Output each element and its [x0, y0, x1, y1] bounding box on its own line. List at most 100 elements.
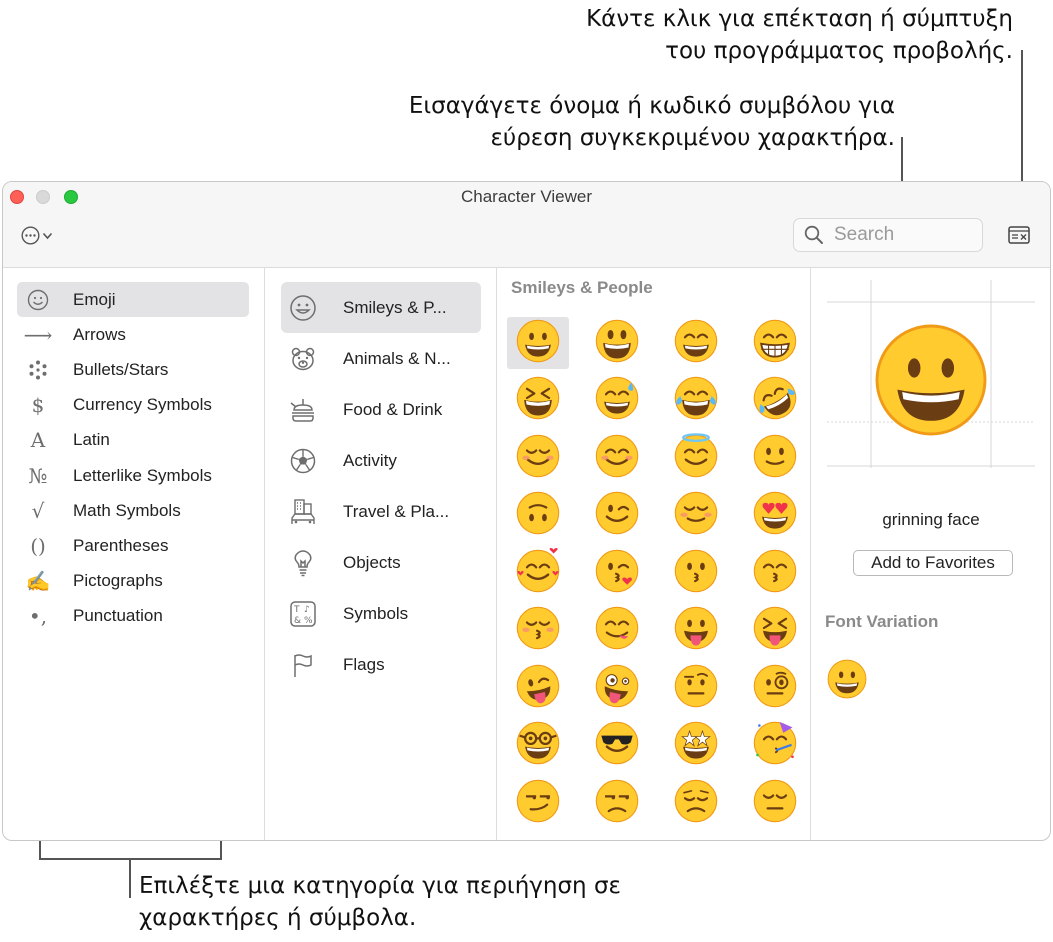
kissing-smiling-eyes-icon	[752, 548, 798, 599]
action-menu-button[interactable]	[21, 226, 53, 245]
emoji-cell[interactable]	[507, 777, 569, 829]
category-letterlike-symbols[interactable]: № Letterlike Symbols	[17, 458, 249, 493]
subcategory-symbols[interactable]: T ♪ &% Symbols	[281, 588, 481, 639]
emoji-cell[interactable]	[586, 777, 648, 829]
emoji-cell[interactable]	[665, 547, 727, 599]
category-emoji[interactable]: Emoji	[17, 282, 249, 318]
emoji-cell[interactable]	[586, 605, 648, 657]
wink-tongue-icon	[515, 663, 561, 714]
subcategory-label: Objects	[343, 552, 401, 572]
emoji-cell[interactable]	[744, 547, 806, 599]
halo-face-icon	[673, 432, 719, 484]
emoji-cell[interactable]	[507, 490, 569, 542]
category-currency-symbols[interactable]: $ Currency Symbols	[17, 388, 249, 423]
emoji-cell[interactable]	[744, 432, 806, 484]
emoji-cell[interactable]	[586, 720, 648, 772]
emoji-panel: Smileys & People	[497, 268, 811, 840]
rofl-icon	[752, 375, 798, 426]
chevron-down-icon	[42, 232, 53, 239]
subcategory-flags[interactable]: Flags	[281, 639, 481, 690]
category-latin[interactable]: A Latin	[17, 423, 249, 458]
category-callout-bracket-right	[220, 841, 222, 860]
smirk-icon	[515, 778, 561, 829]
category-bullets-stars[interactable]: Bullets/Stars	[17, 352, 249, 387]
emoji-cell[interactable]	[586, 432, 648, 484]
emoji-cell[interactable]	[744, 317, 806, 369]
emoji-cell[interactable]	[744, 490, 806, 542]
nerd-icon	[515, 720, 561, 771]
kissing-closed-eyes-icon	[515, 605, 561, 656]
category-arrows[interactable]: ⟶ Arrows	[17, 317, 249, 352]
category-label: Arrows	[73, 324, 126, 344]
slight-smile-icon	[752, 433, 798, 484]
category-callout-leader	[129, 858, 131, 898]
building-car-icon	[285, 498, 321, 526]
category-math-symbols[interactable]: √ Math Symbols	[17, 493, 249, 528]
search-input[interactable]	[834, 224, 964, 246]
emoji-cell[interactable]	[586, 490, 648, 542]
category-callout: Επιλέξτε μια κατηγορία για περιήγηση σε …	[139, 870, 621, 934]
search-callout-line1: Εισαγάγετε όνομα ή κωδικό συμβόλου για	[408, 93, 895, 119]
emoji-cell[interactable]	[665, 605, 727, 657]
numero-icon: №	[28, 463, 48, 488]
emoji-cell[interactable]	[586, 662, 648, 714]
subcategory-food-drink[interactable]: Food & Drink	[281, 384, 481, 435]
emoji-cell[interactable]	[507, 432, 569, 484]
emoji-cell[interactable]	[586, 547, 648, 599]
upside-down-icon	[515, 490, 561, 541]
emoji-cell[interactable]	[507, 317, 569, 369]
smiley-outline-icon	[285, 294, 321, 322]
emoji-cell[interactable]	[507, 547, 569, 599]
emoji-cell[interactable]	[665, 317, 727, 369]
smiling-face-icon	[515, 433, 561, 484]
blow-kiss-icon	[594, 548, 640, 599]
subcategory-activity[interactable]: Activity	[281, 435, 481, 486]
svg-text:T: T	[293, 605, 300, 615]
category-parentheses[interactable]: () Parentheses	[17, 528, 249, 563]
emoji-cell[interactable]	[507, 662, 569, 714]
subcategory-smileys-people[interactable]: Smileys & P...	[281, 282, 481, 333]
partying-icon	[752, 720, 798, 771]
emoji-cell[interactable]	[665, 662, 727, 714]
add-to-favorites-button[interactable]: Add to Favorites	[853, 550, 1013, 576]
category-label: Latin	[73, 430, 110, 450]
smiley-outline-icon	[21, 289, 55, 311]
emoji-cell[interactable]	[665, 777, 727, 829]
section-title: Smileys & People	[511, 278, 653, 297]
emoji-cell[interactable]	[665, 375, 727, 427]
toggle-callout: Κάντε κλικ για επέκταση ή σύμπτυξη του π…	[586, 3, 1013, 67]
category-label: Punctuation	[73, 606, 163, 626]
category-pictographs[interactable]: ✍ Pictographs	[17, 564, 249, 599]
selected-emoji-name: grinning face	[882, 510, 980, 529]
font-variation-item[interactable]	[826, 658, 868, 705]
grinning-sweat-icon	[594, 375, 640, 426]
emoji-cell[interactable]	[586, 375, 648, 427]
emoji-cell[interactable]	[507, 720, 569, 772]
monocle-icon	[752, 663, 798, 714]
unamused-icon	[594, 778, 640, 829]
emoji-cell[interactable]	[665, 490, 727, 542]
asterisk-icon	[21, 359, 55, 381]
emoji-cell[interactable]	[744, 720, 806, 772]
search-field[interactable]	[793, 218, 983, 252]
emoji-cell[interactable]	[744, 662, 806, 714]
emoji-cell[interactable]	[507, 375, 569, 427]
grinning-smiling-eyes-icon	[673, 318, 719, 369]
subcategory-label: Travel & Pla...	[343, 501, 450, 521]
subcategory-travel-places[interactable]: Travel & Pla...	[281, 486, 481, 537]
toggle-viewer-button[interactable]	[1008, 226, 1030, 249]
category-punctuation[interactable]: •, Punctuation	[17, 599, 249, 634]
subcategory-label: Smileys & P...	[343, 297, 447, 317]
search-icon	[804, 225, 823, 244]
emoji-cell[interactable]	[665, 432, 727, 484]
emoji-cell[interactable]	[586, 317, 648, 369]
emoji-cell[interactable]	[507, 605, 569, 657]
emoji-cell[interactable]	[744, 777, 806, 829]
svg-text:♪: ♪	[304, 605, 310, 615]
emoji-cell[interactable]	[665, 720, 727, 772]
emoji-cell[interactable]	[744, 375, 806, 427]
emoji-cell[interactable]	[744, 605, 806, 657]
subcategory-animals-nature[interactable]: Animals & N...	[281, 333, 481, 384]
category-list: Emoji ⟶ Arrows Bullets/Stars $ Currency …	[3, 268, 265, 840]
subcategory-objects[interactable]: Objects	[281, 537, 481, 588]
